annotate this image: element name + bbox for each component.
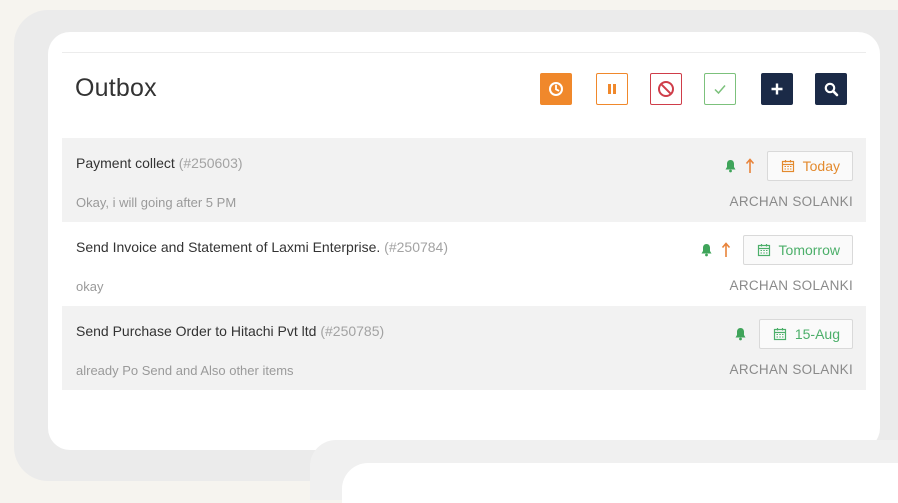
calendar-icon xyxy=(773,327,787,341)
due-date-label: Today xyxy=(802,158,840,174)
task-title-text: Send Purchase Order to Hitachi Pvt ltd xyxy=(76,323,317,339)
search-button[interactable] xyxy=(815,73,847,105)
bell-icon[interactable] xyxy=(724,159,737,173)
task-row[interactable]: Send Invoice and Statement of Laxmi Ente… xyxy=(62,222,866,306)
calendar-icon xyxy=(757,243,771,257)
card-divider xyxy=(62,52,866,53)
task-id: (#250785) xyxy=(320,323,385,339)
foreground-panel xyxy=(342,463,898,503)
task-row[interactable]: Send Purchase Order to Hitachi Pvt ltd (… xyxy=(62,306,866,390)
due-date-chip[interactable]: Tomorrow xyxy=(742,235,853,265)
pause-filter-button[interactable] xyxy=(596,73,628,105)
task-assignee: ARCHAN SOLANKI xyxy=(729,278,853,293)
calendar-icon xyxy=(781,159,795,173)
cancel-filter-button[interactable] xyxy=(650,73,682,105)
task-title-text: Send Invoice and Statement of Laxmi Ente… xyxy=(76,239,381,255)
task-comment: already Po Send and Also other items xyxy=(76,363,294,378)
task-actions: Today xyxy=(724,151,853,181)
add-task-button[interactable] xyxy=(761,73,793,105)
task-assignee: ARCHAN SOLANKI xyxy=(729,194,853,209)
task-id: (#250603) xyxy=(178,155,243,171)
done-filter-button[interactable] xyxy=(704,73,736,105)
priority-arrow-icon xyxy=(745,158,755,174)
check-icon xyxy=(712,81,728,97)
task-assignee: ARCHAN SOLANKI xyxy=(729,362,853,377)
search-icon xyxy=(824,82,839,97)
clock-filter-button[interactable] xyxy=(540,73,572,105)
task-title[interactable]: Send Invoice and Statement of Laxmi Ente… xyxy=(76,239,448,255)
task-row[interactable]: Payment collect (#250603) Okay, i will g… xyxy=(62,138,866,222)
due-date-label: 15-Aug xyxy=(794,326,840,342)
due-date-chip[interactable]: Today xyxy=(766,151,853,181)
task-list: Payment collect (#250603) Okay, i will g… xyxy=(62,138,866,390)
plus-icon xyxy=(770,82,784,96)
task-actions: Tomorrow xyxy=(700,235,853,265)
task-comment: okay xyxy=(76,279,104,294)
due-date-chip[interactable]: 15-Aug xyxy=(758,319,853,349)
task-actions: 15-Aug xyxy=(734,319,853,349)
due-date-label: Tomorrow xyxy=(778,242,840,258)
task-title[interactable]: Payment collect (#250603) xyxy=(76,155,243,171)
task-title[interactable]: Send Purchase Order to Hitachi Pvt ltd (… xyxy=(76,323,384,339)
page-title: Outbox xyxy=(75,74,157,102)
bell-icon[interactable] xyxy=(734,327,747,341)
task-title-text: Payment collect xyxy=(76,155,175,171)
task-id: (#250784) xyxy=(384,239,448,255)
pause-icon xyxy=(605,82,619,96)
clock-icon xyxy=(548,81,564,97)
ban-icon xyxy=(657,80,675,98)
priority-arrow-icon xyxy=(721,242,731,258)
task-comment: Okay, i will going after 5 PM xyxy=(76,195,237,210)
bell-icon[interactable] xyxy=(700,243,713,257)
